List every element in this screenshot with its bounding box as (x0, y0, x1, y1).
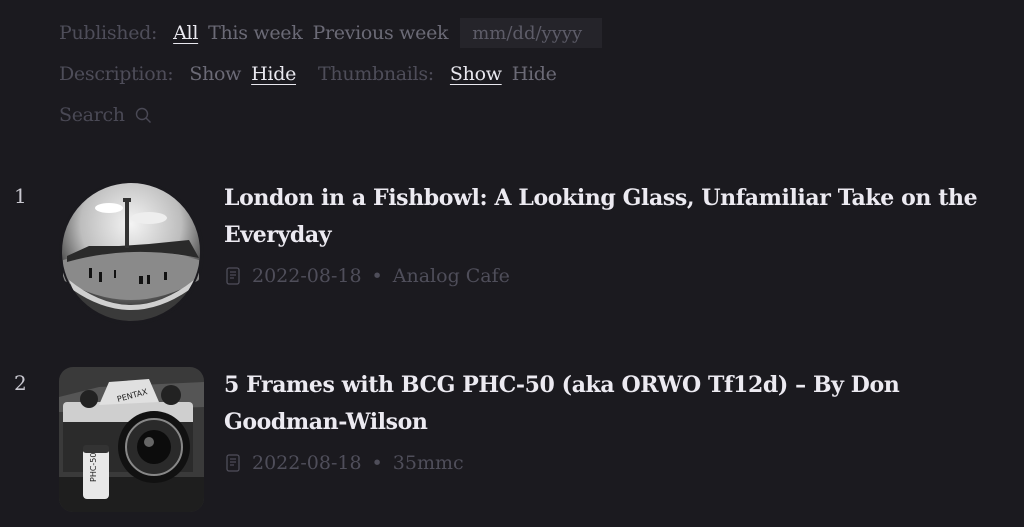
camera-photo-image: PENTAX PHC-50 (59, 367, 204, 512)
thumbnails-hide-option[interactable]: Hide (512, 63, 557, 85)
meta-separator: • (371, 265, 383, 287)
search-icon (135, 107, 151, 123)
search-button[interactable]: Search (59, 104, 152, 126)
display-filter: Description: Show Hide Thumbnails: Show … (59, 55, 602, 93)
published-this-week-option[interactable]: This week (208, 22, 303, 44)
published-previous-week-option[interactable]: Previous week (312, 22, 448, 44)
article-source[interactable]: 35mmc (393, 452, 464, 474)
search-label: Search (59, 104, 125, 126)
article-rank: 2 (14, 371, 27, 395)
article-meta: 2022-08-18 • 35mmc (226, 452, 464, 474)
article-date: 2022-08-18 (252, 452, 362, 474)
article-thumbnail[interactable]: PENTAX PHC-50 (59, 367, 204, 512)
article-thumbnail[interactable] (59, 180, 204, 325)
article-date: 2022-08-18 (252, 265, 362, 287)
description-show-option[interactable]: Show (189, 63, 241, 85)
meta-separator: • (371, 452, 383, 474)
description-hide-option[interactable]: Hide (251, 63, 296, 85)
article-meta: 2022-08-18 • Analog Cafe (226, 265, 510, 287)
thumbnails-show-option[interactable]: Show (450, 63, 502, 85)
svg-text:PHC-50: PHC-50 (89, 453, 98, 483)
article-title-link[interactable]: 5 Frames with BCG PHC-50 (aka ORWO Tf12d… (224, 367, 994, 441)
published-all-option[interactable]: All (173, 22, 198, 44)
document-icon (226, 267, 240, 285)
published-filter: Published: All This week Previous week (59, 14, 603, 52)
article-source[interactable]: Analog Cafe (393, 265, 510, 287)
document-icon (226, 454, 240, 472)
article-title-link[interactable]: London in a Fishbowl: A Looking Glass, U… (224, 180, 994, 254)
description-label: Description: (59, 63, 174, 85)
filters-panel: Published: All This week Previous week D… (59, 14, 603, 137)
article-rank: 1 (14, 184, 27, 208)
published-label: Published: (59, 22, 158, 44)
fisheye-photo-image (59, 180, 204, 325)
thumbnails-label: Thumbnails: (318, 63, 434, 85)
date-input[interactable] (460, 18, 603, 48)
